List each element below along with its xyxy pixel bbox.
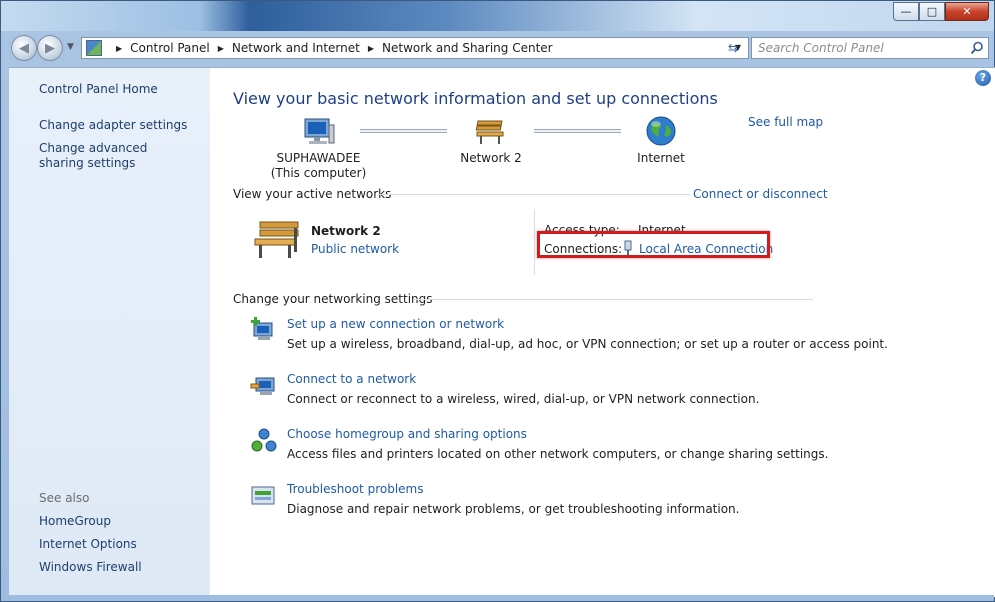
troubleshoot-icon	[251, 486, 275, 505]
connect-or-disconnect-link[interactable]: Connect or disconnect	[693, 187, 828, 201]
map-computer[interactable]: SUPHAWADEE (This computer)	[266, 115, 371, 181]
breadcrumb-separator-icon[interactable]: ▶	[218, 44, 224, 53]
search-icon[interactable]	[970, 41, 984, 55]
breadcrumb-separator-icon[interactable]: ▶	[368, 44, 374, 53]
see-full-map-link[interactable]: See full map	[748, 115, 823, 129]
map-network-name: Network 2	[460, 151, 522, 165]
vertical-divider	[534, 209, 535, 275]
new-connection-icon	[251, 317, 273, 340]
minimize-button[interactable]: —	[893, 2, 919, 21]
help-icon[interactable]: ?	[975, 70, 991, 86]
caption-buttons: — □ ✕	[893, 2, 989, 21]
breadcrumb-network-and-sharing-center[interactable]: Network and Sharing Center	[382, 41, 553, 55]
title-bar: — □ ✕	[1, 1, 994, 31]
active-networks-heading: View your active networks	[233, 187, 392, 201]
bench-icon	[475, 120, 504, 144]
breadcrumb-network-and-internet[interactable]: Network and Internet	[232, 41, 360, 55]
sidebar-change-advanced-sharing-settings[interactable]: Change advanced sharing settings	[39, 141, 189, 171]
sidebar-internet-options[interactable]: Internet Options	[39, 537, 137, 552]
sidebar-change-adapter-settings[interactable]: Change adapter settings	[39, 118, 187, 133]
control-panel-icon	[86, 40, 102, 56]
map-network[interactable]: Network 2	[446, 115, 536, 166]
troubleshoot-link[interactable]: Troubleshoot problems	[287, 482, 423, 496]
refresh-icon[interactable]: ⇆	[723, 38, 743, 58]
back-arrow-icon: ◀	[19, 40, 29, 56]
connect-network-description: Connect or reconnect to a wireless, wire…	[287, 392, 760, 406]
see-also-heading: See also	[39, 491, 90, 505]
page-title: View your basic network information and …	[233, 89, 718, 108]
troubleshoot-description: Diagnose and repair network problems, or…	[287, 502, 740, 516]
public-network-link[interactable]: Public network	[311, 242, 399, 256]
close-button[interactable]: ✕	[945, 2, 989, 21]
computer-icon	[304, 118, 334, 144]
breadcrumb-control-panel[interactable]: Control Panel	[130, 41, 210, 55]
sidebar-homegroup[interactable]: HomeGroup	[39, 514, 111, 529]
section-divider	[378, 194, 690, 195]
computer-subtitle: (This computer)	[270, 166, 367, 180]
search-input[interactable]: Search Control Panel	[751, 37, 989, 59]
connect-network-icon	[250, 377, 275, 395]
map-internet[interactable]: Internet	[624, 115, 698, 166]
search-placeholder: Search Control Panel	[758, 41, 884, 55]
connect-network-link[interactable]: Connect to a network	[287, 372, 416, 386]
section-divider	[414, 299, 813, 300]
homegroup-link[interactable]: Choose homegroup and sharing options	[287, 427, 527, 441]
change-settings-heading: Change your networking settings	[233, 292, 433, 306]
window: — □ ✕ ◀ ▶ ▼ ▶ Control Panel ▶ Network an…	[0, 0, 995, 602]
maximize-button[interactable]: □	[919, 2, 945, 21]
homegroup-description: Access files and printers located on oth…	[287, 447, 829, 461]
map-connector	[534, 129, 621, 133]
homegroup-icon	[251, 428, 277, 452]
sidebar-windows-firewall[interactable]: Windows Firewall	[39, 560, 142, 575]
address-bar[interactable]: ▶ Control Panel ▶ Network and Internet ▶…	[81, 37, 749, 59]
setup-connection-link[interactable]: Set up a new connection or network	[287, 317, 504, 331]
window-bottom-border	[1, 595, 994, 601]
navigation-bar: ◀ ▶ ▼ ▶ Control Panel ▶ Network and Inte…	[9, 35, 989, 61]
map-internet-label: Internet	[637, 151, 685, 165]
highlight-box	[537, 231, 770, 258]
sidebar-control-panel-home[interactable]: Control Panel Home	[39, 82, 158, 97]
map-connector	[360, 129, 447, 133]
back-button[interactable]: ◀	[11, 35, 37, 61]
forward-arrow-icon: ▶	[45, 40, 55, 56]
computer-name: SUPHAWADEE	[276, 151, 361, 165]
main-panel: ? View your basic network information an…	[210, 68, 995, 597]
breadcrumb-separator-icon[interactable]: ▶	[116, 44, 122, 53]
recent-pages-dropdown[interactable]: ▼	[67, 42, 74, 52]
setup-connection-description: Set up a wireless, broadband, dial-up, a…	[287, 337, 888, 351]
active-network-name: Network 2	[311, 224, 381, 238]
forward-button[interactable]: ▶	[37, 35, 63, 61]
globe-icon	[646, 116, 676, 146]
content-area: Control Panel Home Change adapter settin…	[9, 67, 995, 597]
bench-large-icon	[254, 221, 299, 258]
sidebar: Control Panel Home Change adapter settin…	[9, 68, 210, 597]
